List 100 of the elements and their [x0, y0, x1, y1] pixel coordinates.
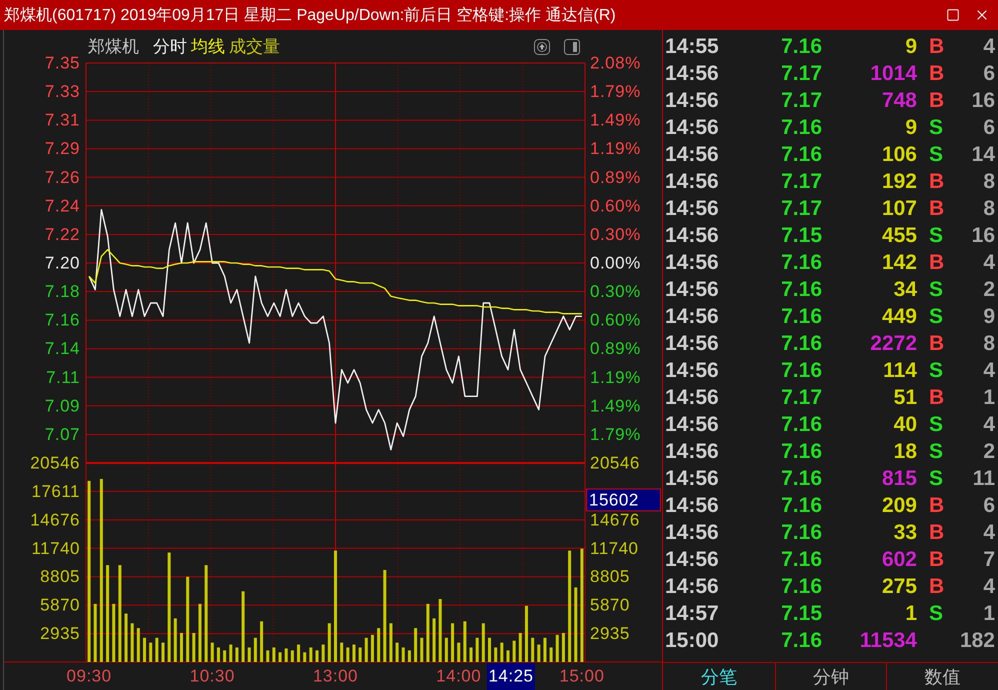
trade-side: B — [929, 332, 944, 356]
legend-label: 成交量 — [229, 36, 280, 58]
trade-price: 7.16 — [781, 332, 822, 356]
trade-price: 7.15 — [781, 602, 822, 626]
trade-time: 14:56 — [665, 62, 719, 86]
trade-side: S — [929, 466, 944, 490]
trade-time: 14:56 — [665, 196, 719, 220]
trade-count: 8 — [983, 196, 995, 220]
trade-volume: 106 — [882, 142, 917, 166]
trade-time: 14:56 — [665, 224, 719, 248]
trade-volume: 455 — [882, 224, 917, 248]
percent-axis-label: 1.49% — [590, 396, 641, 416]
price-axis-label: 7.16 — [44, 310, 80, 330]
trade-count: 6 — [983, 116, 995, 140]
trade-side: B — [929, 520, 944, 544]
trade-volume: 209 — [882, 494, 917, 518]
trade-time: 14:57 — [665, 602, 719, 626]
price-axis-label: 7.18 — [44, 282, 80, 302]
price-axis-label: 7.07 — [44, 424, 80, 444]
trade-time: 15:00 — [665, 628, 719, 652]
trade-volume: 275 — [882, 574, 917, 598]
trade-price: 7.16 — [781, 304, 822, 328]
volume-axis-label: 14676 — [590, 510, 640, 530]
trade-count: 8 — [983, 332, 995, 356]
price-axis-label: 7.24 — [44, 196, 80, 216]
trade-side: S — [929, 116, 944, 140]
trade-count: 4 — [983, 574, 995, 598]
volume-axis-label: 14676 — [30, 510, 80, 530]
trade-volume: 2272 — [870, 332, 917, 356]
trade-price: 7.16 — [781, 412, 822, 436]
trade-count: 4 — [983, 412, 995, 436]
trade-count: 14 — [972, 142, 995, 166]
price-axis-label: 7.29 — [44, 139, 80, 158]
trade-price: 7.16 — [781, 574, 822, 598]
window-title: 郑煤机(601717) 2019年09月17日 星期二 PageUp/Down:前后日 空格键:操作 通达信(R) — [4, 6, 617, 26]
percent-axis-label: 1.49% — [590, 110, 641, 130]
volume-axis-label: 2935 — [590, 624, 630, 644]
trade-price: 7.16 — [781, 142, 822, 166]
percent-axis-label: 0.30% — [590, 224, 641, 244]
price-axis-label: 7.35 — [44, 54, 80, 72]
trade-price: 7.17 — [781, 196, 822, 220]
trade-price: 7.16 — [781, 466, 822, 490]
trade-time: 14:56 — [665, 116, 719, 140]
trade-price: 7.16 — [781, 34, 822, 58]
trade-side: S — [929, 358, 944, 382]
trade-price: 7.16 — [781, 250, 822, 274]
legend-label: 分时 — [153, 36, 187, 58]
trade-volume: 40 — [894, 412, 917, 436]
trade-price: 7.17 — [781, 170, 822, 194]
trade-time: 14:56 — [665, 412, 719, 436]
trade-count: 8 — [983, 170, 995, 194]
stock-name: 郑煤机 — [88, 36, 139, 58]
trade-volume: 18 — [894, 440, 917, 464]
trade-side: B — [929, 574, 944, 598]
trade-volume: 192 — [882, 170, 917, 194]
time-axis-label: 09:30 — [66, 666, 112, 686]
trade-time: 14:56 — [665, 170, 719, 194]
price-axis-label: 7.33 — [44, 82, 80, 102]
trade-side: S — [929, 602, 944, 626]
volume-axis-label: 8805 — [40, 567, 80, 586]
percent-axis-label: 0.89% — [590, 339, 641, 358]
price-axis-label: 7.09 — [44, 396, 80, 416]
cursor-volume-label: 15602 — [586, 488, 661, 512]
trade-time: 14:56 — [665, 250, 719, 274]
price-axis-label: 7.20 — [44, 254, 80, 272]
price-axis-label: 7.31 — [44, 110, 80, 130]
trade-count: 2 — [983, 440, 995, 464]
trade-count: 6 — [983, 62, 995, 86]
trade-count: 4 — [983, 520, 995, 544]
trade-count: 182 — [960, 628, 995, 652]
price-axis-label: 7.26 — [44, 168, 80, 187]
percent-axis-label: 0.60% — [590, 310, 641, 330]
trade-side: B — [929, 548, 944, 572]
percent-axis-label: 0.30% — [590, 282, 641, 302]
trade-price: 7.16 — [781, 358, 822, 382]
trade-price: 7.16 — [781, 440, 822, 464]
trade-time: 14:56 — [665, 520, 719, 544]
legend-label: 均线 — [191, 36, 225, 58]
trade-count: 2 — [983, 278, 995, 302]
trade-count: 9 — [983, 304, 995, 328]
volume-axis-label: 20546 — [590, 454, 640, 472]
percent-axis-label: 1.19% — [590, 368, 641, 387]
trade-price: 7.16 — [781, 494, 822, 518]
trade-time: 14:55 — [665, 34, 719, 58]
trade-side: S — [929, 440, 944, 464]
trade-count: 6 — [983, 494, 995, 518]
trade-count: 4 — [983, 34, 995, 58]
trade-volume: 142 — [882, 250, 917, 274]
trade-side: B — [929, 170, 944, 194]
time-axis-label: 14:00 — [436, 666, 482, 686]
trade-count: 16 — [972, 88, 995, 112]
trade-time: 14:56 — [665, 466, 719, 490]
percent-axis-label: 1.19% — [590, 139, 641, 158]
trade-time: 14:56 — [665, 574, 719, 598]
trade-volume: 602 — [882, 548, 917, 572]
volume-axis-label: 11740 — [31, 538, 80, 558]
trade-volume: 107 — [882, 196, 917, 220]
percent-axis-label: 1.79% — [590, 82, 641, 102]
percent-axis-label: 1.79% — [590, 424, 641, 444]
trade-time: 14:56 — [665, 304, 719, 328]
